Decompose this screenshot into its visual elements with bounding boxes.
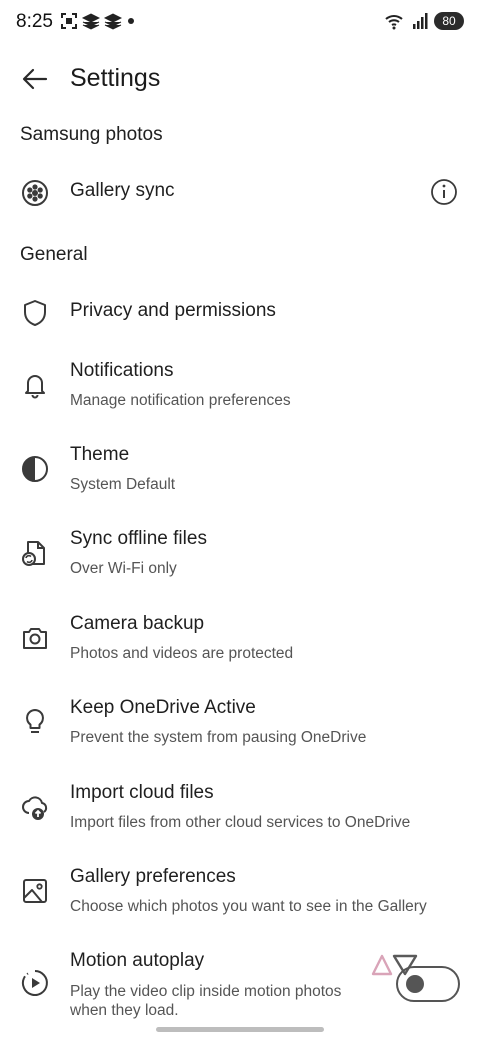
status-bar: 8:25 80 (0, 0, 480, 44)
row-subtitle: Play the video clip inside motion photos… (70, 983, 342, 1019)
settings-row-motion-autoplay[interactable]: Motion autoplay Play the video clip insi… (0, 948, 480, 1024)
shield-icon (24, 300, 46, 326)
section-header-samsung-photos: Samsung photos (20, 124, 163, 145)
cloud-upload-icon (22, 796, 48, 820)
app-header: Settings (0, 52, 480, 106)
app-notification-icon (82, 13, 100, 30)
bell-icon (25, 375, 45, 399)
row-title: Notifications (70, 360, 174, 381)
row-title: Keep OneDrive Active (70, 697, 256, 718)
camera-icon (23, 628, 47, 649)
row-subtitle: Prevent the system from pausing OneDrive (70, 729, 367, 746)
settings-row-notifications[interactable]: Notifications Manage notification prefer… (0, 358, 480, 414)
row-subtitle: Over Wi-Fi only (70, 560, 177, 577)
settings-row-gallery-sync[interactable]: Gallery sync (0, 176, 480, 210)
play-circle-icon (21, 970, 48, 996)
row-title: Privacy and permissions (70, 300, 276, 321)
page-title: Settings (70, 64, 161, 92)
row-subtitle: Choose which photos you want to see in t… (70, 898, 427, 915)
row-subtitle: System Default (70, 476, 176, 493)
dot-icon (128, 18, 134, 24)
image-icon (23, 879, 47, 903)
wifi-icon (385, 15, 403, 30)
toggle-knob (406, 975, 424, 993)
settings-row-camera-backup[interactable]: Camera backup Photos and videos are prot… (0, 611, 480, 667)
settings-row-privacy[interactable]: Privacy and permissions (0, 296, 480, 330)
row-title: Sync offline files (70, 528, 207, 549)
settings-row-theme[interactable]: Theme System Default (0, 442, 480, 498)
lightbulb-icon (26, 709, 44, 733)
row-title: Gallery preferences (70, 866, 236, 887)
settings-row-import-cloud-files[interactable]: Import cloud files Import files from oth… (0, 780, 480, 836)
settings-row-keep-onedrive-active[interactable]: Keep OneDrive Active Prevent the system … (0, 695, 480, 751)
row-title: Theme (70, 444, 130, 465)
app-notification-icon-2 (104, 13, 122, 30)
settings-row-sync-offline-files[interactable]: Sync offline files Over Wi-Fi only (0, 526, 480, 582)
row-title: Camera backup (70, 613, 205, 634)
row-subtitle: Photos and videos are protected (70, 645, 294, 662)
status-time: 8:25 (16, 11, 53, 32)
row-subtitle: Manage notification preferences (70, 392, 291, 409)
row-title: Motion autoplay (70, 950, 205, 971)
back-arrow-icon[interactable] (20, 64, 50, 94)
settings-row-gallery-preferences[interactable]: Gallery preferences Choose which photos … (0, 864, 480, 920)
scan-icon (61, 13, 77, 29)
section-header-general: General (20, 244, 88, 265)
notification-icons (60, 12, 136, 30)
file-sync-icon (22, 541, 45, 566)
aperture-icon (22, 180, 48, 206)
info-icon[interactable] (430, 178, 458, 206)
battery-indicator: 80 (434, 12, 464, 30)
row-subtitle: Import files from other cloud services t… (70, 814, 411, 831)
status-right-icons: 80 (384, 12, 464, 30)
motion-autoplay-toggle[interactable] (396, 966, 460, 1002)
row-title: Import cloud files (70, 782, 214, 803)
half-circle-icon (22, 456, 48, 482)
row-title: Gallery sync (70, 180, 175, 201)
home-indicator[interactable] (156, 1027, 324, 1032)
signal-icon (413, 13, 428, 29)
